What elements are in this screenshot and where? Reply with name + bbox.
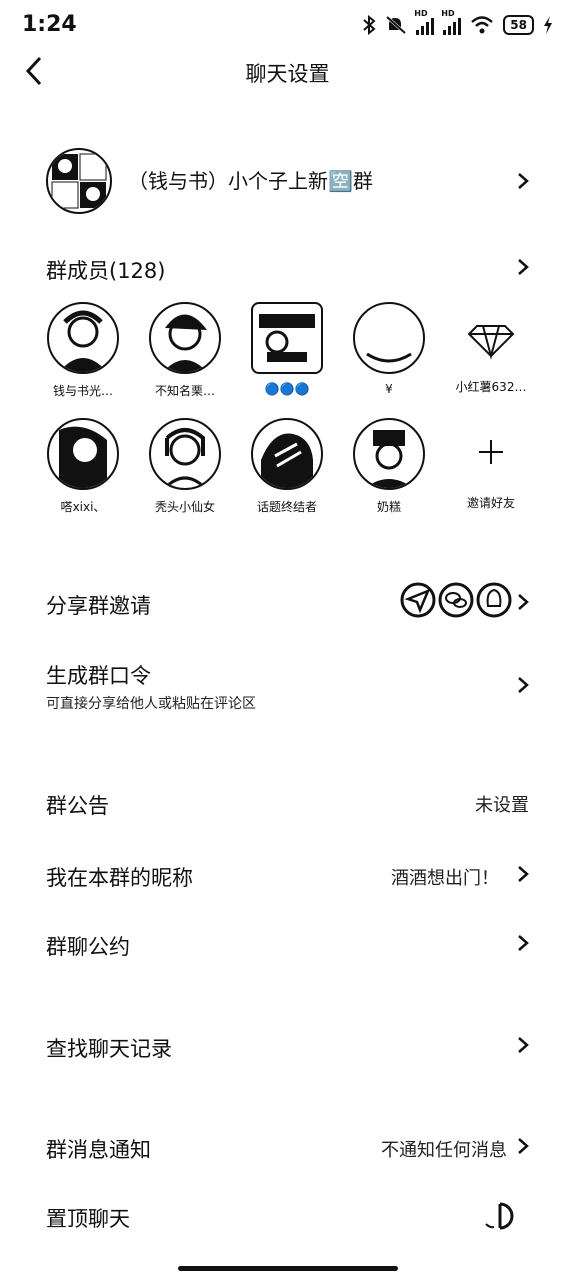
member-name: 🔵🔵🔵	[264, 382, 310, 396]
share-send-icon	[400, 582, 436, 618]
chevron-right-icon[interactable]	[516, 258, 530, 276]
charging-icon	[544, 16, 552, 34]
member-name: 话题终结者	[256, 500, 317, 514]
member-item[interactable]: 不知名栗…	[139, 302, 231, 399]
chevron-right-icon[interactable]	[516, 1036, 530, 1054]
convention-label[interactable]: 群聊公约	[46, 931, 130, 961]
mute-icon	[386, 15, 407, 35]
member-avatar	[251, 418, 323, 490]
member-name: 嗒xixi、	[60, 500, 106, 514]
nav-bar: 聊天设置	[0, 52, 575, 122]
announcement-label[interactable]: 群公告	[46, 790, 109, 820]
invite-friend-label: 邀请好友	[466, 496, 515, 510]
diamond-icon	[467, 325, 515, 360]
wechat-icon	[438, 582, 474, 618]
wifi-icon	[471, 16, 494, 34]
bluetooth-icon	[363, 15, 376, 35]
member-avatar	[149, 302, 221, 374]
pin-chat-label[interactable]: 置顶聊天	[46, 1203, 130, 1233]
status-time: 1:24	[22, 12, 77, 37]
member-avatar	[251, 302, 323, 374]
chevron-right-icon[interactable]	[516, 865, 530, 883]
members-title[interactable]: 群成员(128)	[46, 255, 165, 285]
member-avatar	[47, 302, 119, 374]
plus-icon	[479, 440, 503, 464]
status-icons: HD HD 58	[362, 9, 553, 38]
member-avatar	[457, 302, 525, 370]
page-title: 聊天设置	[245, 62, 330, 86]
member-item[interactable]: 奶糕	[343, 418, 435, 515]
chevron-right-icon[interactable]	[516, 934, 530, 952]
member-item[interactable]: 小红薯632…	[445, 302, 537, 395]
member-name: 秃头小仙女	[154, 500, 215, 514]
member-name: 奶糕	[376, 500, 401, 514]
member-avatar	[47, 418, 119, 490]
group-info-row[interactable]: （钱与书）小个子上新🈳群	[0, 140, 575, 220]
share-invite-label[interactable]: 分享群邀请	[46, 590, 151, 620]
battery-icon: 58	[503, 15, 534, 35]
notification-label[interactable]: 群消息通知	[46, 1134, 151, 1164]
pin-chat-toggle[interactable]	[470, 1200, 516, 1232]
qq-icon	[476, 582, 512, 618]
chevron-right-icon	[518, 173, 529, 189]
member-item[interactable]: 🔵🔵🔵	[241, 302, 333, 396]
group-password-label[interactable]: 生成群口令	[46, 660, 151, 690]
member-avatar	[353, 302, 425, 374]
notification-value[interactable]: 不通知任何消息	[381, 1136, 507, 1162]
member-avatar	[353, 418, 425, 490]
member-item[interactable]: ¥	[343, 302, 435, 396]
group-password-subtext: 可直接分享给他人或粘贴在评论区	[46, 696, 256, 712]
hd-label: HD	[414, 9, 428, 18]
member-avatar	[149, 418, 221, 490]
chevron-right-icon[interactable]	[516, 593, 530, 611]
chevron-right-icon[interactable]	[516, 1137, 530, 1155]
status-bar: 1:24 HD HD 58	[0, 0, 575, 52]
member-item[interactable]: 钱与书光…	[37, 302, 129, 399]
home-indicator	[178, 1266, 398, 1271]
member-name: 钱与书光…	[52, 384, 113, 398]
chevron-right-icon[interactable]	[516, 676, 530, 694]
signal-icon-1: HD	[414, 9, 435, 35]
search-history-label[interactable]: 查找聊天记录	[46, 1033, 172, 1063]
add-member-slot	[457, 418, 525, 486]
signal-icon-2: HD	[441, 9, 462, 35]
nickname-label[interactable]: 我在本群的昵称	[46, 862, 193, 892]
hd-label: HD	[441, 9, 455, 18]
group-name: （钱与书）小个子上新🈳群	[128, 169, 373, 193]
member-item[interactable]: 秃头小仙女	[139, 418, 231, 515]
member-item[interactable]: 话题终结者	[241, 418, 333, 515]
invite-friend-button[interactable]: 邀请好友	[445, 418, 537, 511]
nickname-value[interactable]: 酒酒想出门！	[391, 864, 499, 890]
member-name: ¥	[385, 382, 393, 396]
group-avatar	[46, 148, 112, 214]
member-name: 小红薯632…	[455, 380, 527, 394]
member-item[interactable]: 嗒xixi、	[37, 418, 129, 515]
announcement-value[interactable]: 未设置	[475, 791, 529, 817]
member-name: 不知名栗…	[154, 384, 215, 398]
share-channel-icons[interactable]	[400, 582, 512, 618]
